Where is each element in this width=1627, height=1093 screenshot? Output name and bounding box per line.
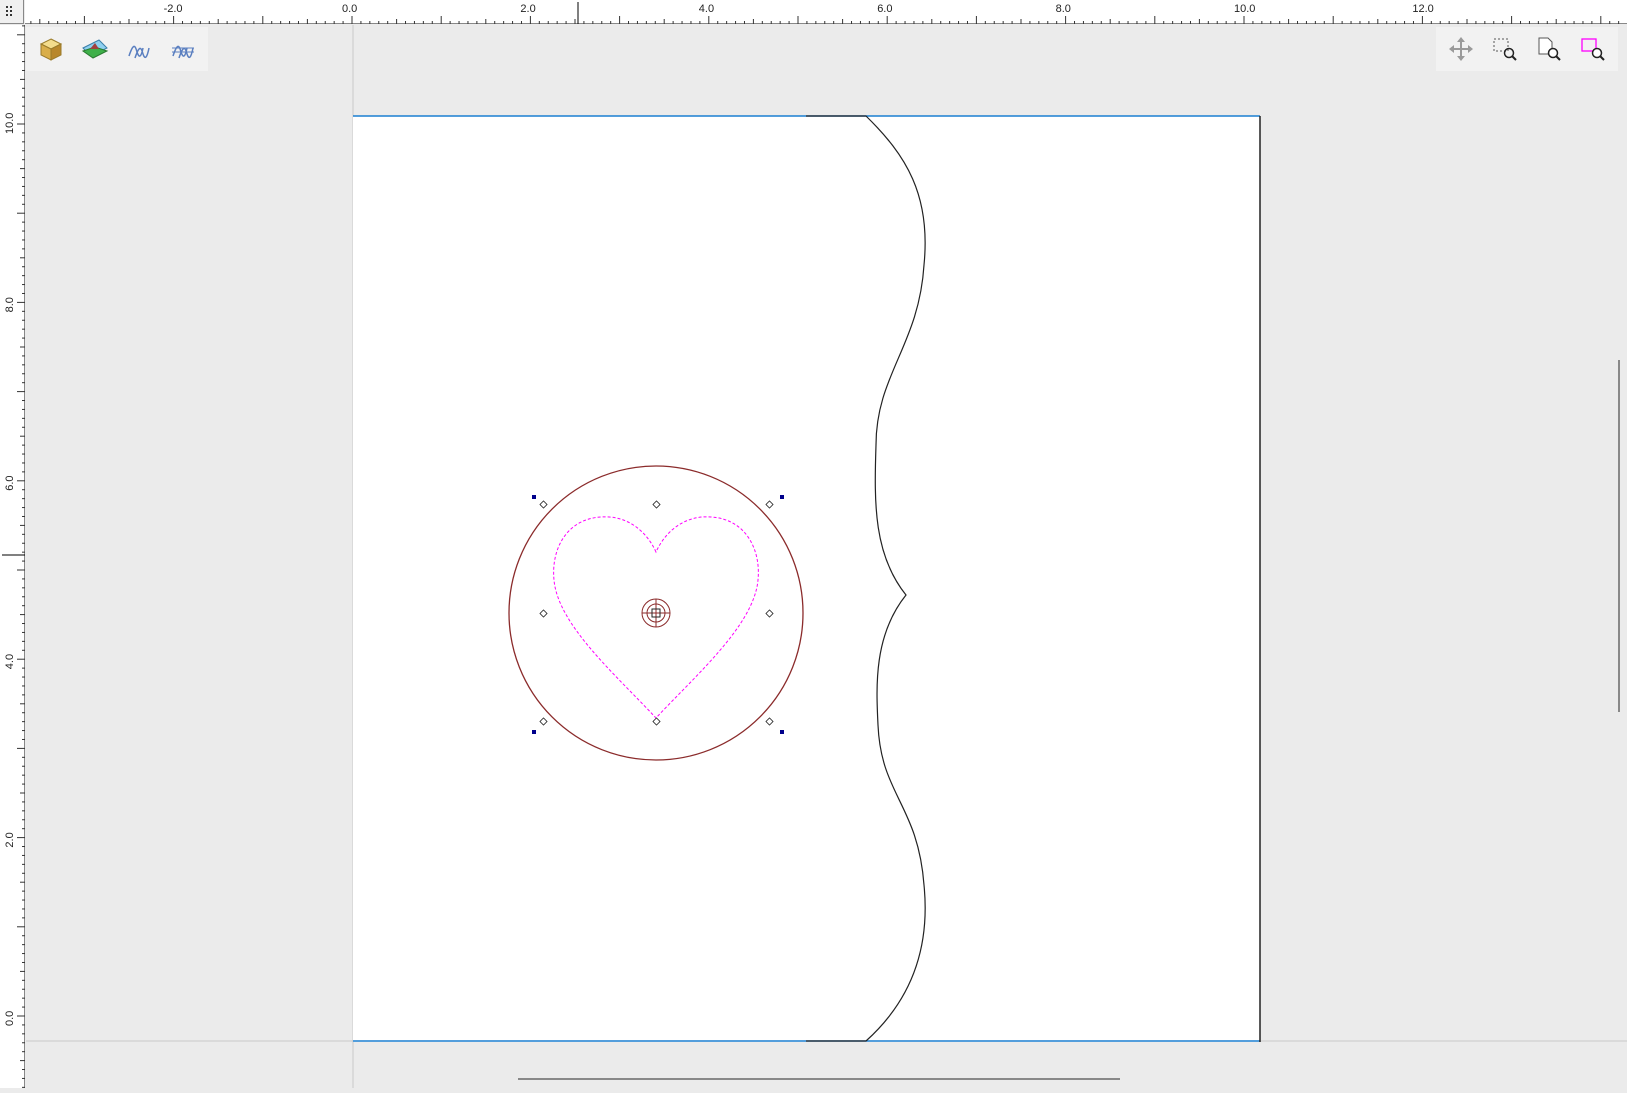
horizontal-scrollbar[interactable] [518,1078,1120,1080]
ruler-corner[interactable] [0,0,24,24]
ruler-label: 0.0 [4,1011,16,1026]
toolpath-preview-button[interactable] [164,30,202,68]
toolpath-grid-icon [172,45,194,59]
zoom-page-button[interactable] [1530,30,1568,68]
ruler-label: 8.0 [4,297,16,312]
zoom-page-icon [1538,37,1561,61]
view-toolbar [26,27,208,71]
landscape-icon [81,39,109,59]
center-crosshair-icon[interactable] [641,598,671,628]
ruler-label: 2.0 [4,832,16,847]
ruler-label: 6.0 [4,476,16,491]
ruler-label: 8.0 [1056,3,1071,15]
zoom-box-button[interactable] [1486,30,1524,68]
toolpath-button[interactable] [120,30,158,68]
move-arrows-icon [1449,37,1473,61]
pan-button[interactable] [1442,30,1480,68]
ruler-label: 10.0 [1234,3,1255,15]
toolpath-icon [128,45,150,59]
zoom-box-icon [1493,38,1517,61]
zoom-selection-button[interactable] [1574,30,1612,68]
horizontal-ruler[interactable]: -2.0 0.0 2.0 4.0 6.0 8.0 10.0 12.0 [25,0,1627,24]
ruler-label: 4.0 [4,654,16,669]
ruler-label: 12.0 [1412,3,1433,15]
ruler-label: 10.0 [4,113,16,134]
ruler-label: 2.0 [520,3,535,15]
vertical-scrollbar[interactable] [1618,360,1620,712]
render-view-button[interactable] [76,30,114,68]
zoom-toolbar [1436,27,1618,71]
zoom-selection-icon [1581,38,1605,61]
ruler-label: 0.0 [342,3,357,15]
ruler-label: 6.0 [877,3,892,15]
vertical-ruler[interactable]: 10.0 8.0 6.0 4.0 2.0 0.0 [0,25,25,1088]
design-canvas[interactable] [26,25,1627,1088]
material-sheet [353,115,1261,1042]
cube-icon [39,38,63,61]
ruler-label: -2.0 [164,3,183,15]
3d-view-button[interactable] [32,30,70,68]
ruler-label: 4.0 [699,3,714,15]
